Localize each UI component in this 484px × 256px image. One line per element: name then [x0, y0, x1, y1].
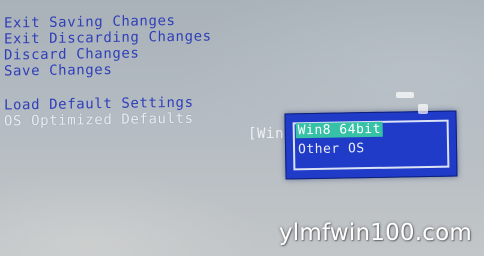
os-select-popup: Win8 64bit Other OS	[284, 110, 458, 180]
option-win8-64bit[interactable]: Win8 64bit	[295, 121, 384, 139]
screen-glare	[418, 104, 428, 114]
screen-glare	[396, 92, 414, 98]
bios-exit-screen: Exit Saving Changes Exit Discarding Chan…	[0, 0, 484, 256]
watermark-text: ylmfwin100.com	[278, 220, 472, 246]
exit-menu-list: Exit Saving Changes Exit Discarding Chan…	[4, 13, 212, 130]
os-optimized-defaults-value: [Win	[248, 126, 285, 142]
option-other-os[interactable]: Other OS	[296, 141, 367, 157]
menu-item-save-changes[interactable]: Save Changes	[4, 61, 212, 80]
menu-item-os-optimized-defaults[interactable]: OS Optimized Defaults	[4, 111, 212, 130]
